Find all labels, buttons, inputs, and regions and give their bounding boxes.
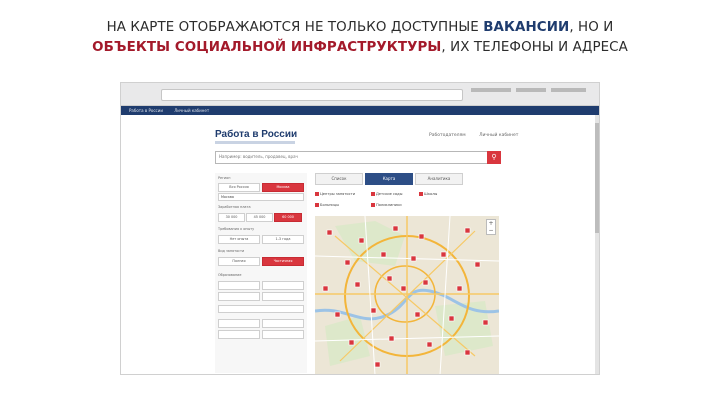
scrollbar-thumb[interactable] (595, 123, 599, 233)
legend-label: Детские сады (376, 192, 403, 196)
employment-option[interactable]: Частичная (262, 257, 304, 266)
region-select[interactable]: Москва (218, 193, 304, 201)
search-placeholder: Например: водитель, продавец, врач (219, 154, 298, 159)
filter-label-employment: Вид занятости (218, 249, 245, 253)
search-input[interactable]: Например: водитель, продавец, врач (215, 151, 501, 164)
map-graphic (315, 216, 499, 374)
education-option[interactable] (218, 281, 260, 290)
education-option[interactable] (262, 292, 304, 301)
top-links: Работодателям Личный кабинет (429, 133, 530, 138)
legend-item[interactable]: Детские сады (371, 191, 402, 197)
schedule-option[interactable] (262, 330, 304, 339)
legend-label: Поликлиники (376, 203, 402, 207)
legend-item[interactable]: Школы (419, 191, 437, 197)
site-topbar: Работа в России Личный кабинет (121, 106, 599, 115)
legend-marker-icon (371, 203, 375, 207)
website-screenshot: Работа в России Личный кабинет Работа в … (120, 82, 600, 375)
legend-label: Больницы (320, 203, 340, 207)
topbar-link[interactable]: Работа в России (129, 108, 163, 113)
filter-sidebar: Регион Вся Россия Москва Москва Заработн… (215, 173, 307, 373)
title-text-1-end: , НО И (569, 20, 614, 35)
address-bar[interactable] (161, 89, 463, 101)
moscow-map[interactable]: + − (315, 216, 499, 374)
salary-option[interactable]: 45 000 (246, 213, 273, 222)
title-line-1: НА КАРТЕ ОТОБРАЖАЮТСЯ НЕ ТОЛЬКО ДОСТУПНЫ… (0, 18, 720, 38)
topbar-link[interactable]: Личный кабинет (174, 108, 209, 113)
education-option[interactable] (262, 281, 304, 290)
legend-label: Центры занятости (320, 192, 356, 196)
schedule-option[interactable] (218, 330, 260, 339)
map-legend: Центры занятости Детские сады Школы Боль… (315, 191, 499, 213)
search-button[interactable]: ⚲ (487, 151, 501, 164)
employment-option[interactable]: Полная (218, 257, 260, 266)
bookmark-bar (551, 88, 586, 92)
filter-label-experience: Требования к опыту (218, 227, 255, 231)
schedule-option[interactable] (218, 319, 260, 328)
experience-option[interactable]: 1-3 года (262, 235, 304, 244)
filter-label-education: Образование (218, 273, 242, 277)
schedule-option[interactable] (262, 319, 304, 328)
view-tabs: Список Карта Аналитика (315, 173, 499, 185)
legend-item[interactable]: Поликлиники (371, 202, 402, 208)
site-logo[interactable]: Работа в России (215, 129, 297, 140)
filter-label-region: Регион (218, 176, 231, 180)
title-keyword-vacancies: ВАКАНСИИ (483, 20, 570, 35)
browser-chrome (121, 83, 599, 106)
legend-marker-icon (315, 192, 319, 196)
title-text-2-end: , ИХ ТЕЛЕФОНЫ И АДРЕСА (441, 40, 628, 55)
slide-title: НА КАРТЕ ОТОБРАЖАЮТСЯ НЕ ТОЛЬКО ДОСТУПНЫ… (0, 18, 720, 58)
legend-item[interactable]: Центры занятости (315, 191, 355, 197)
zoom-out-button[interactable]: − (487, 227, 495, 234)
tab-map[interactable]: Карта (365, 173, 413, 185)
site-page: Работа в России Работодателям Личный каб… (121, 115, 599, 374)
title-keyword-infrastructure: ОБЪЕКТЫ СОЦИАЛЬНОЙ ИНФРАСТРУКТУРЫ (92, 40, 442, 55)
title-line-2: ОБЪЕКТЫ СОЦИАЛЬНОЙ ИНФРАСТРУКТУРЫ, ИХ ТЕ… (0, 38, 720, 58)
logo-underline (215, 141, 295, 144)
zoom-in-button[interactable]: + (487, 220, 495, 227)
legend-marker-icon (315, 203, 319, 207)
filter-moscow[interactable]: Москва (262, 183, 304, 192)
experience-option[interactable]: Нет опыта (218, 235, 260, 244)
legend-marker-icon (371, 192, 375, 196)
employers-link[interactable]: Работодателям (429, 133, 466, 138)
tab-analytics[interactable]: Аналитика (415, 173, 463, 185)
bookmark-bar (471, 88, 511, 92)
salary-option[interactable]: 30 000 (218, 213, 245, 222)
tab-list[interactable]: Список (315, 173, 363, 185)
title-text-1: НА КАРТЕ ОТОБРАЖАЮТСЯ НЕ ТОЛЬКО ДОСТУПНЫ… (106, 20, 484, 35)
bookmark-bar (516, 88, 546, 92)
legend-marker-icon (419, 192, 423, 196)
search-icon: ⚲ (491, 153, 497, 161)
salary-option[interactable]: 60 000 (274, 213, 302, 222)
account-link[interactable]: Личный кабинет (479, 133, 518, 138)
profession-select[interactable] (218, 305, 304, 313)
legend-item[interactable]: Больницы (315, 202, 339, 208)
education-option[interactable] (218, 292, 260, 301)
legend-label: Школы (424, 192, 438, 196)
filter-all-russia[interactable]: Вся Россия (218, 183, 260, 192)
filter-label-salary: Заработная плата (218, 205, 251, 209)
map-zoom-control[interactable]: + − (486, 219, 496, 235)
